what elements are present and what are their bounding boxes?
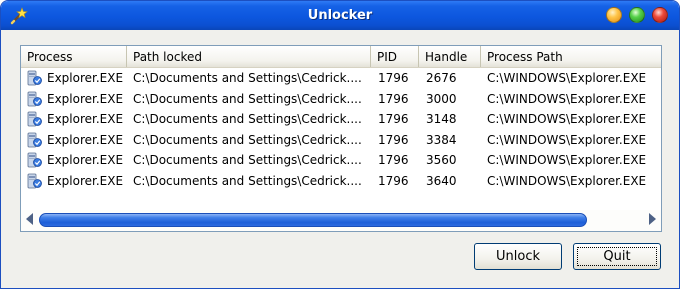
table-row[interactable]: Explorer.EXE C:\Documents and Settings\Ce… [21,89,661,109]
cell-process-path: C:\WINDOWS\Explorer.EXE [487,71,647,85]
column-header-handle[interactable]: Handle [419,46,481,67]
cell-handle: 3560 [426,153,457,167]
cell-process: Explorer.EXE [47,91,124,106]
column-header-path-locked[interactable]: Path locked [127,46,371,67]
horizontal-scrollbar[interactable] [21,210,661,231]
quit-button[interactable]: Quit [573,243,661,270]
column-header-process[interactable]: Process [21,46,127,67]
cell-process: Explorer.EXE [47,112,124,126]
process-list[interactable]: Process Path locked PID Handle Process P… [20,45,662,232]
cell-pid: 1796 [378,132,409,147]
table-row[interactable]: Explorer.EXE C:\Documents and Settings\Ce… [21,171,661,191]
cell-path-locked: C:\Documents and Settings\Cedrick.... [133,71,362,85]
cell-process-path: C:\WINDOWS\Explorer.EXE [487,153,647,167]
process-icon [26,70,42,86]
cell-pid: 1796 [378,173,409,188]
cell-process-path: C:\WINDOWS\Explorer.EXE [487,112,647,126]
unlock-button[interactable]: Unlock [474,243,562,270]
scroll-right-icon[interactable] [649,213,656,225]
cell-process: Explorer.EXE [47,153,124,167]
cell-process: Explorer.EXE [47,71,124,85]
cell-path-locked: C:\Documents and Settings\Cedrick.... [133,91,362,106]
cell-pid: 1796 [378,153,409,167]
cell-handle: 2676 [426,71,457,85]
close-icon[interactable] [652,7,668,23]
process-icon [26,91,42,107]
cell-pid: 1796 [378,71,409,85]
cell-pid: 1796 [378,112,409,126]
table-row[interactable]: Explorer.EXE C:\Documents and Settings\Ce… [21,68,661,88]
table-row[interactable]: Explorer.EXE C:\Documents and Settings\Ce… [21,150,661,170]
cell-process-path: C:\WINDOWS\Explorer.EXE [487,132,647,147]
column-header-pid[interactable]: PID [371,46,419,67]
cell-path-locked: C:\Documents and Settings\Cedrick.... [133,112,362,126]
table-row[interactable]: Explorer.EXE C:\Documents and Settings\Ce… [21,109,661,129]
cell-path-locked: C:\Documents and Settings\Cedrick.... [133,132,362,147]
cell-process: Explorer.EXE [47,132,124,147]
cell-process-path: C:\WINDOWS\Explorer.EXE [487,91,647,106]
process-icon [26,132,42,148]
process-icon [26,111,42,127]
cell-handle: 3000 [426,91,457,106]
cell-process: Explorer.EXE [47,173,124,188]
cell-handle: 3148 [426,112,457,126]
cell-pid: 1796 [378,91,409,106]
maximize-icon[interactable] [629,7,645,23]
cell-path-locked: C:\Documents and Settings\Cedrick.... [133,153,362,167]
window-title: Unlocker [307,8,373,23]
process-icon [26,173,42,189]
cell-handle: 3384 [426,132,457,147]
unlocker-window: Unlocker Process Path locked PID Handle … [0,0,680,289]
title-bar[interactable]: Unlocker [1,1,679,30]
scroll-left-icon[interactable] [26,213,33,225]
table-row[interactable]: Explorer.EXE C:\Documents and Settings\Ce… [21,130,661,150]
process-icon [26,152,42,168]
scrollbar-thumb[interactable] [39,213,587,227]
column-header-process-path[interactable]: Process Path [481,46,661,67]
minimize-icon[interactable] [606,7,622,23]
list-header: Process Path locked PID Handle Process P… [21,46,661,68]
cell-process-path: C:\WINDOWS\Explorer.EXE [487,173,647,188]
cell-path-locked: C:\Documents and Settings\Cedrick.... [133,173,362,188]
focus-rect [577,247,657,266]
cell-handle: 3640 [426,173,457,188]
